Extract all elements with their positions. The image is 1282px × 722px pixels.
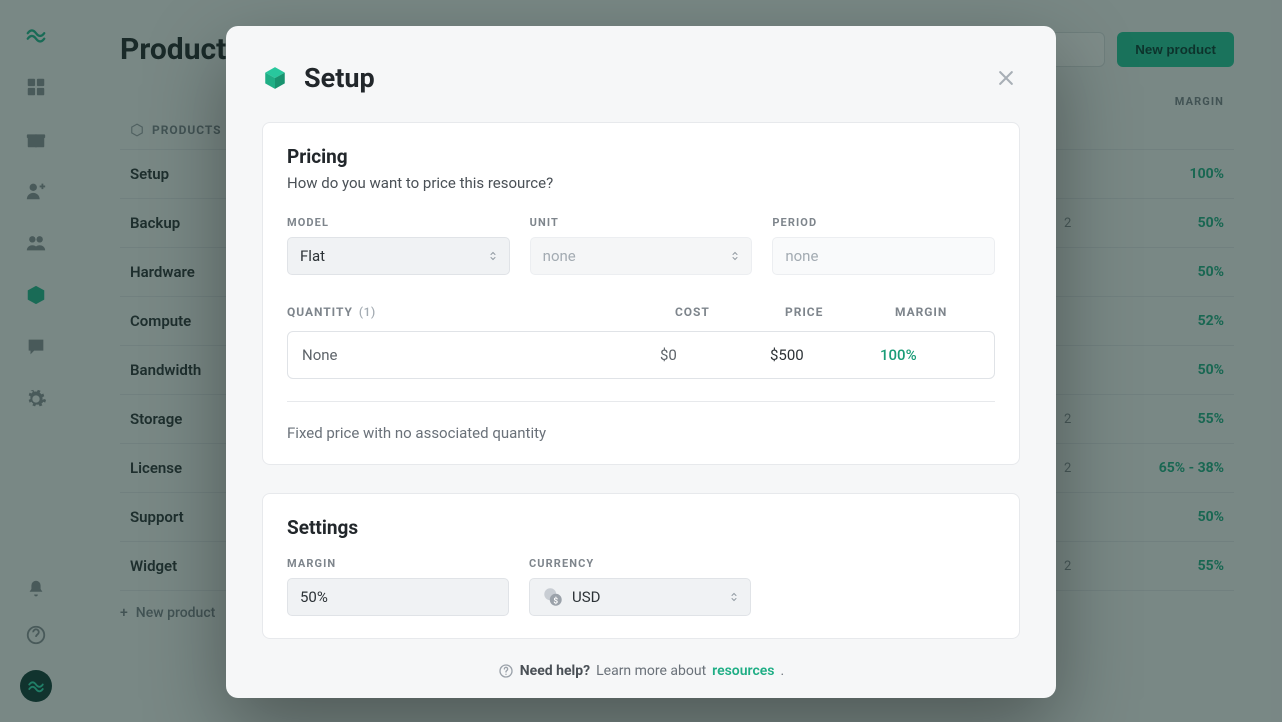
divider (287, 401, 995, 402)
help-dot: . (781, 663, 785, 679)
coins-icon: $ (542, 586, 564, 608)
help-footer: Need help? Learn more about resources. (262, 663, 1020, 679)
model-select[interactable]: Flat (287, 237, 510, 275)
pricing-subheading: How do you want to price this resource? (287, 174, 995, 192)
pricing-card: Pricing How do you want to price this re… (262, 122, 1020, 465)
model-value: Flat (300, 247, 325, 265)
quantity-label: QUANTITY (287, 305, 353, 319)
help-icon (498, 663, 514, 679)
period-value: none (785, 247, 818, 265)
unit-select[interactable]: none (530, 237, 753, 275)
cost-header: COST (675, 305, 785, 319)
period-label: PERIOD (772, 216, 995, 229)
chevron-updown-icon (487, 250, 499, 262)
svg-text:$: $ (553, 595, 558, 606)
pricing-heading: Pricing (287, 145, 995, 168)
quantity-count: (1) (359, 305, 376, 319)
price-header: PRICE (785, 305, 895, 319)
margin-value: 50% (300, 588, 328, 606)
quantity-row[interactable]: None $0 $500 100% (287, 331, 995, 379)
currency-select[interactable]: $ USD (529, 578, 751, 616)
help-link[interactable]: resources (712, 663, 774, 679)
close-button[interactable] (992, 64, 1020, 92)
quantity-price: $500 (770, 346, 880, 364)
margin-input[interactable]: 50% (287, 578, 509, 616)
unit-label: UNIT (530, 216, 753, 229)
setup-modal: Setup Pricing How do you want to price t… (226, 26, 1056, 698)
close-icon (996, 68, 1016, 88)
settings-card: Settings MARGIN 50% CURRENCY $ USD (262, 493, 1020, 639)
period-field: none (772, 237, 995, 275)
quantity-name: None (302, 346, 660, 364)
currency-value: USD (572, 588, 600, 606)
modal-header: Setup (262, 62, 1020, 94)
quantity-note: Fixed price with no associated quantity (287, 424, 995, 442)
currency-label: CURRENCY (529, 557, 751, 570)
quantity-margin: 100% (880, 346, 980, 364)
modal-title: Setup (304, 62, 375, 94)
unit-value: none (543, 247, 576, 265)
quantity-cost: $0 (660, 346, 770, 364)
model-label: MODEL (287, 216, 510, 229)
help-bold: Need help? (520, 663, 590, 679)
chevron-updown-icon (728, 591, 740, 603)
margin-header: MARGIN (895, 305, 995, 319)
chevron-updown-icon (729, 250, 741, 262)
settings-heading: Settings (287, 516, 995, 539)
cube-icon (262, 65, 288, 91)
margin-label: MARGIN (287, 557, 509, 570)
help-text: Learn more about (596, 663, 706, 679)
